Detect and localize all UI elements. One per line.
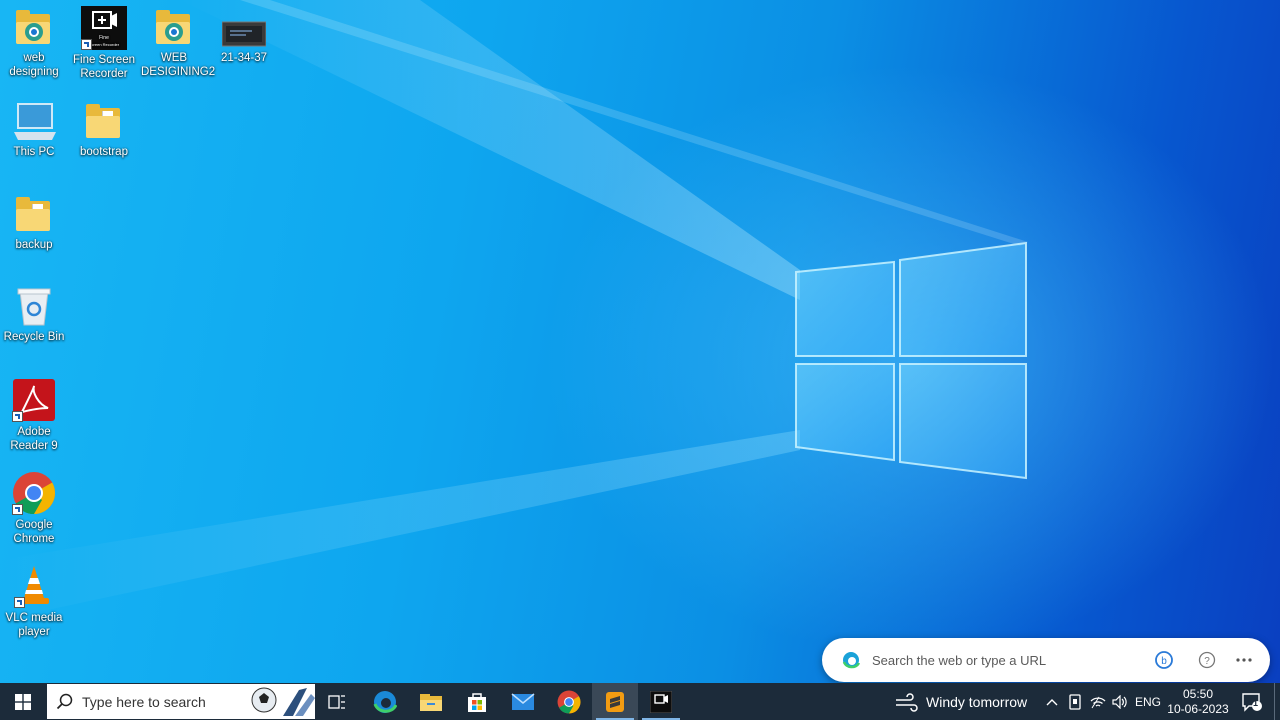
fine-screen-recorder-icon (650, 690, 672, 713)
task-view-icon (328, 694, 345, 709)
speaker-icon (1112, 694, 1127, 709)
search-highlight-icon (251, 687, 315, 716)
clock-time: 05:50 (1182, 686, 1214, 701)
vlc-icon (14, 564, 54, 608)
folder-icon (86, 104, 120, 138)
wind-icon (896, 692, 918, 712)
show-hidden-icons-button[interactable] (1041, 683, 1063, 720)
tray-network[interactable] (1087, 683, 1109, 720)
taskbar-mail[interactable] (500, 683, 546, 720)
wifi-icon (1090, 696, 1106, 708)
tray-meet-now[interactable] (1064, 683, 1086, 720)
taskbar-search-input[interactable]: Type here to search (82, 694, 206, 710)
taskbar-task-view[interactable] (318, 683, 356, 720)
video-file-icon (222, 8, 266, 48)
taskbar-edge[interactable] (362, 683, 408, 720)
weather-widget[interactable]: Windy tomorrow (890, 683, 1036, 720)
tray-language[interactable]: ENG (1133, 683, 1163, 720)
file-explorer-icon (420, 693, 442, 711)
svg-text:b: b (1161, 656, 1167, 667)
windows-start-icon (15, 693, 31, 710)
more-icon[interactable] (1235, 651, 1253, 669)
edge-search-input[interactable]: Search the web or type a URL (872, 653, 1046, 668)
desktop-icon-fine-screen-recorder[interactable]: Fine Screen Recorder Fine Screen Recorde… (71, 6, 137, 81)
clock-date: 10-06-2023 (1167, 701, 1229, 716)
desktop-wallpaper (0, 0, 1280, 683)
show-desktop-button[interactable] (1274, 683, 1275, 720)
shortcut-arrow-icon (12, 504, 23, 515)
chrome-icon (557, 690, 581, 713)
edge-icon (373, 690, 397, 713)
folder-icon (16, 197, 50, 231)
svg-text:Screen Recorder: Screen Recorder (89, 42, 120, 47)
web-folder-icon (16, 10, 50, 44)
chevron-up-icon (1046, 698, 1058, 705)
start-button[interactable] (0, 683, 46, 720)
taskbar: Type here to search Windy tomorrow ENG 0… (0, 683, 1280, 720)
taskbar-chrome[interactable] (546, 683, 592, 720)
taskbar-search-box[interactable]: Type here to search (47, 684, 315, 719)
mail-icon (511, 692, 535, 710)
desktop-icon-this-pc[interactable]: This PC (1, 102, 67, 159)
desktop-icon-adobe-reader[interactable]: Adobe Reader 9 (1, 378, 67, 453)
tray-volume[interactable] (1109, 683, 1131, 720)
fine-screen-recorder-icon: Fine Screen Recorder (81, 6, 127, 50)
desktop-icon-recycle-bin[interactable]: Recycle Bin (1, 287, 67, 344)
svg-text:?: ? (1204, 656, 1210, 667)
svg-text:Fine: Fine (99, 35, 109, 41)
desktop-icon-web-designing[interactable]: web designing (1, 8, 67, 79)
search-icon (56, 693, 73, 709)
windows-logo-wallpaper (795, 241, 1027, 480)
shortcut-arrow-icon (12, 411, 23, 422)
bing-chat-icon[interactable]: b (1154, 650, 1174, 670)
taskbar-fine-screen-recorder[interactable] (638, 683, 684, 720)
shortcut-arrow-icon (81, 39, 92, 50)
help-icon[interactable]: ? (1198, 651, 1216, 669)
desktop-icon-video-21-34-37[interactable]: 21-34-37 (211, 8, 277, 65)
computer-icon (14, 102, 56, 142)
desktop-icon-bootstrap[interactable]: bootstrap (71, 102, 137, 159)
device-icon (1069, 693, 1081, 710)
sublime-text-icon (606, 691, 624, 712)
desktop-icon-vlc-media-player[interactable]: VLC media player (1, 564, 67, 639)
tray-clock[interactable]: 05:50 10-06-2023 (1166, 683, 1230, 720)
taskbar-sublime-text[interactable] (592, 683, 638, 720)
notification-icon (1242, 692, 1262, 712)
desktop-icon-web-desigining2[interactable]: WEB DESIGINING2 (141, 8, 215, 79)
edge-icon (842, 652, 860, 669)
microsoft-store-icon (468, 692, 486, 712)
notification-count-badge: 1 (1253, 698, 1259, 708)
chrome-icon (12, 471, 56, 515)
action-center-button[interactable]: 1 (1234, 683, 1270, 720)
adobe-reader-icon (12, 378, 56, 422)
recycle-bin-icon (14, 287, 54, 327)
desktop-icon-google-chrome[interactable]: Google Chrome (1, 471, 67, 546)
taskbar-microsoft-store[interactable] (454, 683, 500, 720)
taskbar-file-explorer[interactable] (408, 683, 454, 720)
web-folder-icon (156, 10, 190, 44)
desktop-icon-backup[interactable]: backup (1, 195, 67, 252)
shortcut-arrow-icon (14, 597, 25, 608)
edge-search-widget[interactable]: Search the web or type a URL b ? (822, 638, 1270, 682)
